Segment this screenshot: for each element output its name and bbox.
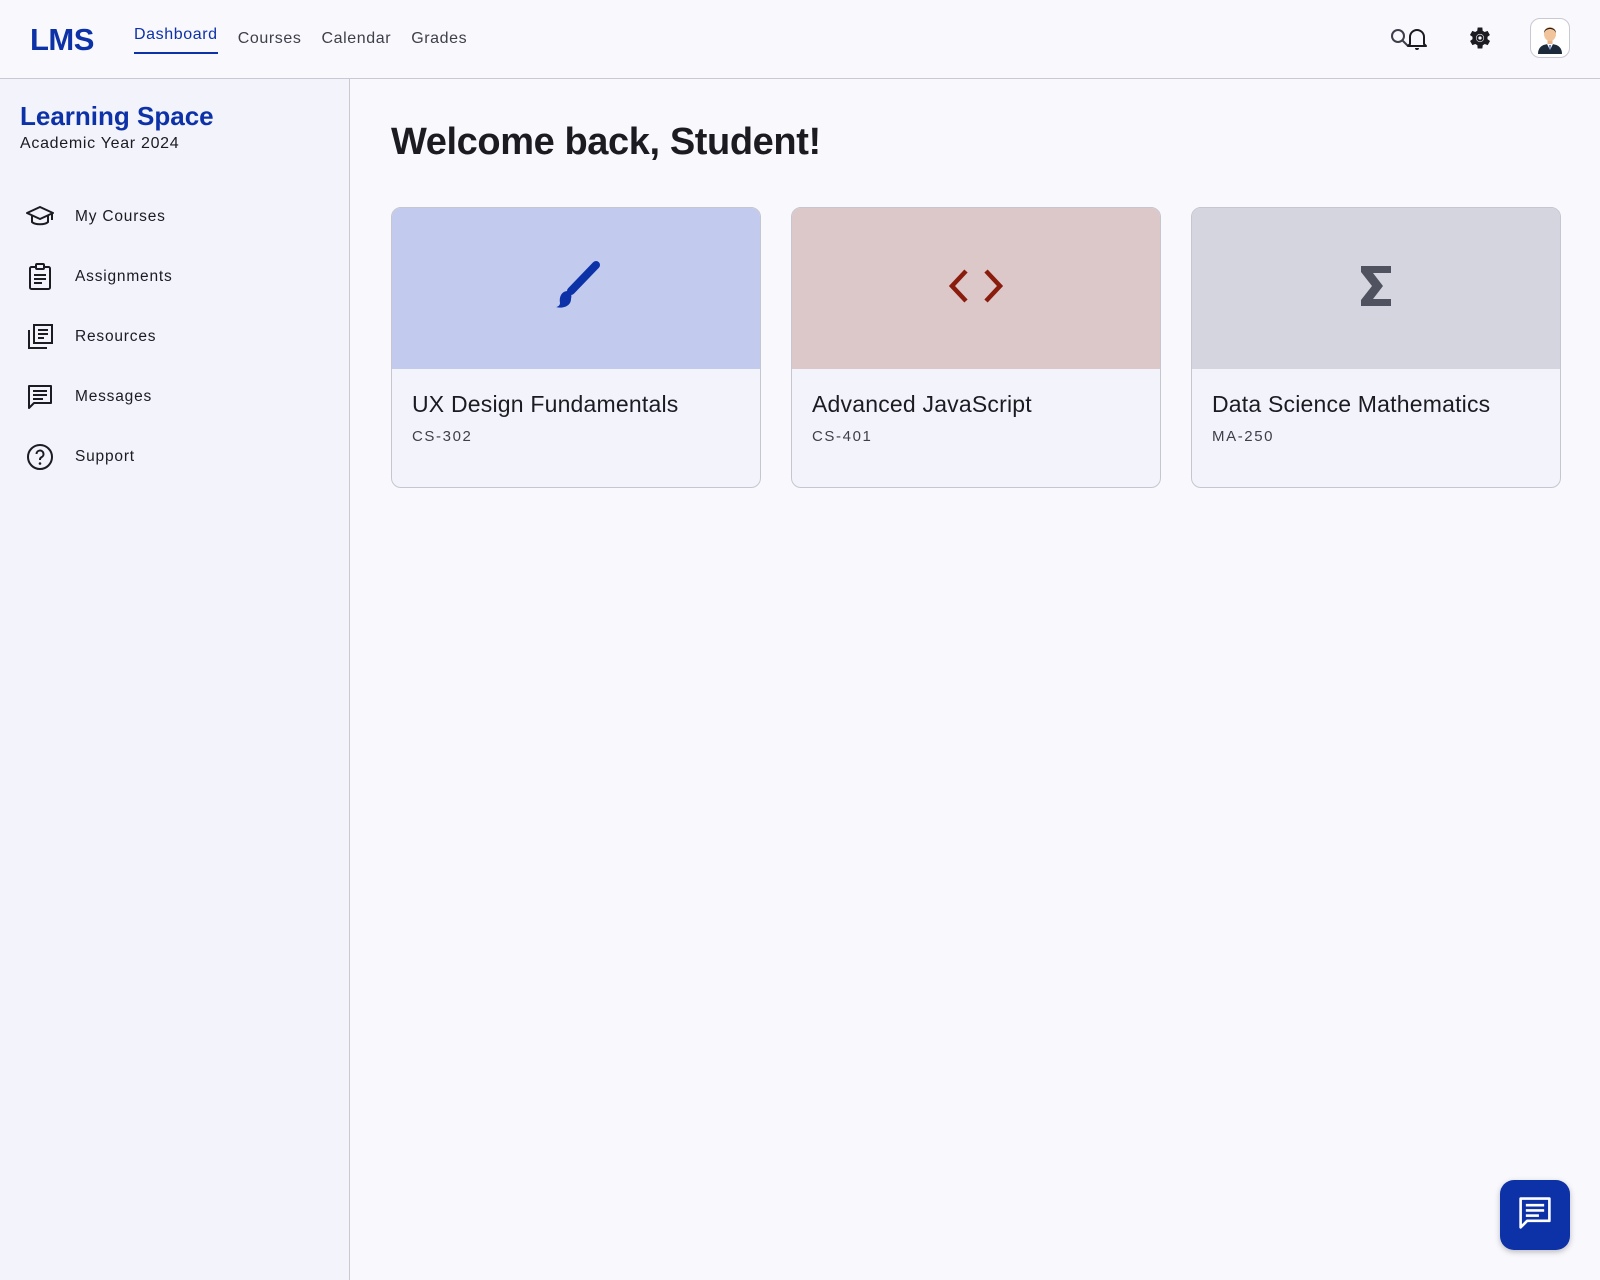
welcome-heading: Welcome back, Student! [391, 121, 821, 163]
nav-grades[interactable]: Grades [411, 30, 467, 58]
sidebar-title: Learning Space [20, 101, 214, 131]
course-title: UX Design Fundamentals [412, 391, 679, 417]
sidebar-item-support[interactable]: Support [0, 427, 349, 487]
sidebar-item-label: My Courses [75, 208, 166, 225]
app-logo[interactable]: LMS [30, 22, 94, 58]
course-title: Advanced JavaScript [812, 391, 1032, 417]
sidebar-item-messages[interactable]: Messages [0, 367, 349, 427]
sidebar-item-resources[interactable]: Resources [0, 307, 349, 367]
avatar[interactable] [1530, 18, 1570, 58]
course-card[interactable]: Data Science Mathematics MA-250 [1191, 207, 1561, 488]
brush-icon [551, 261, 601, 316]
sidebar-item-assignments[interactable]: Assignments [0, 247, 349, 307]
nav-courses[interactable]: Courses [238, 30, 302, 58]
gear-icon[interactable] [1460, 18, 1500, 58]
course-card[interactable]: UX Design Fundamentals CS-302 [391, 207, 761, 488]
sidebar-item-label: Support [75, 448, 135, 465]
sidebar-item-label: Messages [75, 388, 153, 405]
library-icon [26, 323, 54, 351]
search-notifications-group [1390, 18, 1430, 58]
course-code: CS-302 [412, 428, 473, 445]
help-circle-icon [26, 443, 54, 471]
top-nav: Dashboard Courses Calendar Grades [134, 26, 467, 58]
sidebar-menu: My Courses Assignments Resources Message… [0, 187, 349, 487]
course-code: MA-250 [1212, 428, 1275, 445]
sidebar-item-label: Assignments [75, 268, 173, 285]
course-code: CS-401 [812, 428, 873, 445]
sidebar: Learning Space Academic Year 2024 My Cou… [0, 79, 350, 1280]
chat-icon [1518, 1196, 1552, 1235]
sidebar-item-label: Resources [75, 328, 157, 345]
graduation-cap-icon [26, 203, 54, 231]
course-cards: UX Design Fundamentals CS-302 Advanced J… [391, 207, 1561, 488]
nav-dashboard[interactable]: Dashboard [134, 26, 218, 54]
course-card-body: UX Design Fundamentals CS-302 [392, 369, 760, 467]
course-card-body: Data Science Mathematics MA-250 [1192, 369, 1560, 467]
top-bar: LMS Dashboard Courses Calendar Grades [0, 0, 1600, 79]
sidebar-item-my-courses[interactable]: My Courses [0, 187, 349, 247]
nav-calendar[interactable]: Calendar [321, 30, 391, 58]
course-banner [1192, 208, 1560, 369]
course-card-body: Advanced JavaScript CS-401 [792, 369, 1160, 467]
course-banner [792, 208, 1160, 369]
bell-icon[interactable] [1406, 26, 1428, 57]
course-card[interactable]: Advanced JavaScript CS-401 [791, 207, 1161, 488]
sigma-icon [1359, 264, 1393, 313]
top-actions [1390, 18, 1570, 58]
chat-button[interactable] [1500, 1180, 1570, 1250]
clipboard-icon [26, 263, 54, 291]
course-banner [392, 208, 760, 369]
code-icon [948, 268, 1004, 309]
course-title: Data Science Mathematics [1212, 391, 1491, 417]
sidebar-subtitle: Academic Year 2024 [20, 135, 180, 152]
message-icon [26, 383, 54, 411]
